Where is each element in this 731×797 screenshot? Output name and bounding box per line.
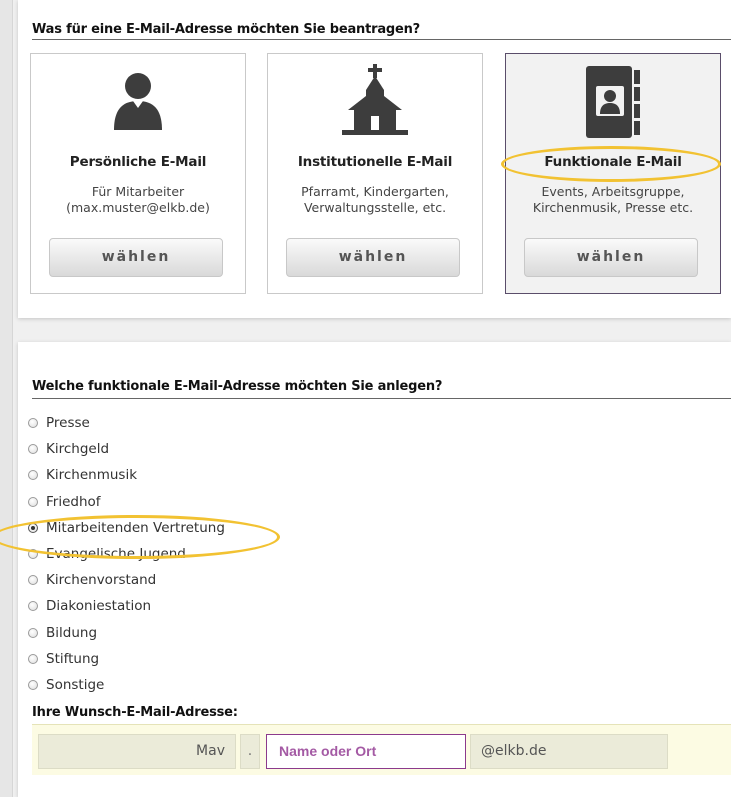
card-institutional-email[interactable]: Institutionelle E-Mail Pfarramt, Kinderg… [267, 53, 483, 294]
radio-option-stiftung[interactable]: Stiftung [28, 646, 225, 672]
radio-option-bildung[interactable]: Bildung [28, 620, 225, 646]
radio-button[interactable] [28, 549, 38, 560]
card-desc-line: Verwaltungsstelle, etc. [303, 200, 447, 215]
radio-label: Kirchgeld [46, 441, 110, 458]
radio-label: Mitarbeitenden Vertretung [46, 519, 225, 536]
radio-label: Friedhof [46, 493, 101, 510]
radio-button[interactable] [28, 470, 38, 481]
radio-button[interactable] [28, 679, 38, 690]
card-desc-line: Events, Arbeitsgruppe, [541, 184, 685, 199]
email-type-heading: Was für eine E-Mail-Adresse möchten Sie … [32, 22, 421, 37]
card-title: Institutionelle E-Mail [297, 154, 453, 170]
functional-email-heading: Welche funktionale E-Mail-Adresse möchte… [32, 379, 443, 394]
radio-button[interactable] [28, 653, 38, 664]
radio-option-friedhof[interactable]: Friedhof [28, 489, 225, 515]
radio-option-evangelische-jugend[interactable]: Evangelische Jugend [28, 541, 225, 567]
card-title: Funktionale E-Mail [544, 154, 682, 170]
card-desc-line: Für Mitarbeiter [91, 184, 185, 199]
email-separator: . [240, 734, 260, 769]
radio-option-sonstige[interactable]: Sonstige [28, 672, 225, 698]
radio-label: Bildung [46, 624, 98, 641]
radio-label: Evangelische Jugend [46, 546, 186, 563]
address-book-icon [586, 66, 640, 138]
choose-functional-button[interactable]: wählen [524, 238, 698, 277]
card-desc-line: (max.muster@elkb.de) [66, 200, 210, 215]
radio-option-kirchgeld[interactable]: Kirchgeld [28, 436, 225, 462]
card-description: Events, Arbeitsgruppe, Kirchenmusik, Pre… [510, 184, 716, 216]
radio-label: Diakoniestation [46, 598, 152, 615]
choose-institutional-button[interactable]: wählen [286, 238, 460, 277]
card-description: Pfarramt, Kindergarten, Verwaltungsstell… [272, 184, 478, 216]
radio-button[interactable] [28, 575, 38, 586]
radio-label: Kirchenvorstand [46, 572, 157, 589]
functional-email-panel: Welche funktionale E-Mail-Adresse möchte… [18, 342, 731, 797]
card-title: Persönliche E-Mail [69, 154, 207, 170]
radio-button[interactable] [28, 601, 38, 612]
heading-divider [32, 398, 731, 399]
radio-button[interactable] [28, 418, 38, 429]
church-icon [342, 64, 408, 135]
card-desc-line: Pfarramt, Kindergarten, [301, 184, 449, 199]
card-desc-line: Kirchenmusik, Presse etc. [532, 200, 694, 215]
radio-label: Sonstige [46, 676, 105, 693]
radio-button[interactable] [28, 444, 38, 455]
wish-email-row: Mav . Name oder Ort @elkb.de [32, 724, 731, 775]
left-scroll-gutter [0, 0, 13, 797]
person-icon [114, 73, 162, 130]
email-prefix-field: Mav [38, 734, 236, 769]
radio-option-presse[interactable]: Presse [28, 410, 225, 436]
radio-option-diakoniestation[interactable]: Diakoniestation [28, 593, 225, 619]
email-type-panel: Was für eine E-Mail-Adresse möchten Sie … [18, 0, 731, 318]
functional-email-options: Presse Kirchgeld Kirchenmusik Friedhof M… [28, 410, 225, 698]
radio-button[interactable] [28, 627, 38, 638]
radio-option-kirchenvorstand[interactable]: Kirchenvorstand [28, 567, 225, 593]
radio-button-checked[interactable] [28, 522, 38, 533]
radio-label: Kirchenmusik [46, 467, 138, 484]
radio-option-mitarbeitenden-vertretung[interactable]: Mitarbeitenden Vertretung [28, 515, 225, 541]
heading-divider [32, 39, 731, 40]
radio-option-kirchenmusik[interactable]: Kirchenmusik [28, 462, 225, 488]
email-domain: @elkb.de [470, 734, 668, 769]
choose-personal-button[interactable]: wählen [49, 238, 223, 277]
wish-email-label: Ihre Wunsch-E-Mail-Adresse: [32, 705, 238, 720]
radio-button[interactable] [28, 496, 38, 507]
radio-label: Stiftung [46, 650, 100, 667]
radio-label: Presse [46, 415, 90, 432]
card-personal-email[interactable]: Persönliche E-Mail Für Mitarbeiter (max.… [30, 53, 246, 294]
card-functional-email[interactable]: Funktionale E-Mail Events, Arbeitsgruppe… [505, 53, 721, 294]
card-description: Für Mitarbeiter (max.muster@elkb.de) [35, 184, 241, 216]
name-or-place-input[interactable]: Name oder Ort [266, 734, 466, 769]
